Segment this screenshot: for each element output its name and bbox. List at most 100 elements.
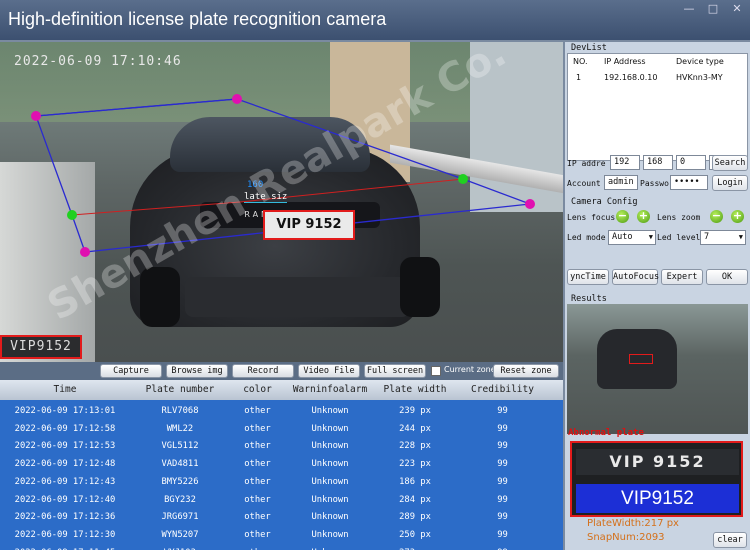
plate-width-marker: 160 bbox=[247, 180, 264, 190]
table-row[interactable]: 2022-06-09 17:11:45WYJ103otherUnknown273… bbox=[0, 544, 563, 550]
led-level-value: 7 bbox=[704, 232, 710, 242]
table-cell: 99 bbox=[497, 512, 508, 523]
camera-config-title: Camera Config bbox=[571, 197, 638, 207]
devlist-title: DevList bbox=[571, 43, 607, 53]
ip-octet-3[interactable]: 0 bbox=[676, 155, 706, 170]
record-button[interactable]: Record bbox=[232, 364, 294, 378]
led-mode-select[interactable]: Auto ▼ bbox=[608, 230, 656, 245]
table-cell: Unknown bbox=[311, 512, 349, 523]
plate-result: VIP 9152 VIP9152 bbox=[570, 441, 743, 517]
video-toolbar: Capture Browse img Record Video File Ful… bbox=[0, 362, 563, 380]
ip-octet-2[interactable]: 168 bbox=[643, 155, 673, 170]
column-header[interactable]: color bbox=[230, 384, 285, 395]
table-header: Time Plate number color Warninfoalarm Pl… bbox=[0, 380, 563, 400]
table-cell: BMY5226 bbox=[161, 476, 199, 487]
search-button[interactable]: Search bbox=[712, 155, 748, 171]
led-mode-label: Led mode bbox=[567, 233, 606, 242]
lens-zoom-minus-icon[interactable]: − bbox=[710, 210, 723, 223]
table-cell: other bbox=[244, 512, 271, 523]
full-screen-button[interactable]: Full screen bbox=[364, 364, 426, 378]
results-table: Time Plate number color Warninfoalarm Pl… bbox=[0, 380, 563, 550]
table-cell: Unknown bbox=[311, 476, 349, 487]
table-row[interactable]: 2022-06-09 17:12:43 BMY5226 other Unknown 18… bbox=[0, 473, 563, 491]
browse-img-button[interactable]: Browse img bbox=[166, 364, 228, 378]
video-timestamp: 2022-06-09 17:10:46 bbox=[14, 54, 182, 69]
column-header[interactable]: Time bbox=[0, 384, 130, 395]
table-cell: 99 bbox=[497, 476, 508, 487]
close-icon[interactable]: ✕ bbox=[730, 2, 744, 15]
clear-button[interactable]: clear bbox=[713, 532, 747, 548]
column-header[interactable]: Plate width bbox=[375, 384, 455, 395]
password-label: Passwo bbox=[640, 179, 669, 188]
table-cell: 99 bbox=[497, 459, 508, 470]
minimize-icon[interactable]: — bbox=[682, 2, 696, 15]
table-cell: Unknown bbox=[311, 441, 349, 452]
table-cell: RLV7068 bbox=[161, 406, 199, 416]
table-row[interactable]: 2022-06-09 17:12:58 WML22 other Unknown 244 … bbox=[0, 420, 563, 438]
device-type: HVKnn3-MY bbox=[676, 73, 723, 82]
zone-handle[interactable] bbox=[525, 199, 535, 209]
lens-zoom-plus-icon[interactable]: + bbox=[731, 210, 744, 223]
table-cell: 2022-06-09 17:13:01 bbox=[14, 406, 116, 416]
lens-focus-minus-icon[interactable]: − bbox=[616, 210, 629, 223]
video-view[interactable]: RANGE ROVER 2022-06-09 17:10:46 160 late… bbox=[0, 42, 563, 362]
current-zone-label: Current zone bbox=[444, 365, 496, 374]
plate-result-text: VIP9152 bbox=[576, 484, 739, 513]
plate-width-info: PlateWidth:217 px bbox=[587, 518, 679, 529]
lens-focus-plus-icon[interactable]: + bbox=[637, 210, 650, 223]
table-row[interactable]: 2022-06-09 17:12:30 WYN5207 other Unknown 25… bbox=[0, 526, 563, 544]
overlay-plate-text: VIP9152 bbox=[10, 339, 72, 354]
table-cell: 284 px bbox=[399, 494, 431, 505]
zone-handle[interactable] bbox=[31, 111, 41, 121]
login-button[interactable]: Login bbox=[712, 175, 748, 191]
led-mode-value: Auto bbox=[612, 232, 633, 242]
led-level-label: Led level bbox=[657, 233, 701, 242]
maximize-icon[interactable]: □ bbox=[706, 2, 720, 15]
reset-zone-button[interactable]: Reset zone bbox=[493, 364, 559, 378]
account-input[interactable]: admin bbox=[604, 175, 638, 190]
table-row[interactable]: 2022-06-09 17:12:48 VAD4811 other Unknown 22… bbox=[0, 455, 563, 473]
password-input[interactable]: ••••• bbox=[670, 175, 708, 190]
table-row[interactable]: 2022-06-09 17:12:53 VGL5112 other Unknown 22… bbox=[0, 437, 563, 455]
current-zone-checkbox[interactable] bbox=[431, 366, 441, 376]
dropdown-arrow-icon: ▼ bbox=[648, 233, 653, 241]
zone-handle[interactable] bbox=[80, 247, 90, 257]
sync-time-button[interactable]: yncTime bbox=[567, 269, 609, 285]
expert-button[interactable]: Expert bbox=[661, 269, 703, 285]
auto-focus-button[interactable]: AutoFocus bbox=[612, 269, 659, 285]
zone-handle-green[interactable] bbox=[67, 210, 77, 220]
detected-plate-box: VIP 9152 bbox=[263, 210, 355, 240]
ok-button[interactable]: OK bbox=[706, 269, 748, 285]
devlist-column-header: IP Address bbox=[604, 57, 646, 66]
table-cell: 2022-06-09 17:12:40 bbox=[14, 494, 116, 505]
table-cell: JRG6971 bbox=[161, 512, 199, 523]
video-file-button[interactable]: Video File bbox=[298, 364, 360, 378]
table-cell: 250 px bbox=[399, 529, 431, 540]
zone-handle[interactable] bbox=[232, 94, 242, 104]
ip-octet-1[interactable]: 192 bbox=[610, 155, 640, 170]
table-row[interactable]: 2022-06-09 17:12:40 BGY232 other Unknown 284… bbox=[0, 491, 563, 509]
table-cell: Unknown bbox=[311, 529, 349, 540]
column-header[interactable]: Warninfoalarm bbox=[285, 384, 375, 395]
table-cell: VGL5112 bbox=[161, 441, 199, 452]
table-cell: 228 px bbox=[399, 441, 431, 452]
table-cell: 99 bbox=[497, 494, 508, 505]
led-level-select[interactable]: 7 ▼ bbox=[700, 230, 746, 245]
window-title: High-definition license plate recognitio… bbox=[8, 9, 387, 29]
table-cell: 186 px bbox=[399, 476, 431, 487]
table-row[interactable]: 2022-06-09 17:12:36 JRG6971 other Unknown 28… bbox=[0, 508, 563, 526]
table-cell: 239 px bbox=[399, 406, 431, 416]
account-label: Account bbox=[567, 179, 601, 188]
table-cell: Unknown bbox=[311, 494, 349, 505]
snapshot-plate-box bbox=[629, 354, 653, 364]
lens-focus-label: Lens focus bbox=[567, 213, 616, 222]
table-cell: BGY232 bbox=[164, 494, 196, 505]
column-header[interactable]: Credibility bbox=[455, 384, 550, 395]
abnormal-plate-label: Abnormal plate bbox=[568, 428, 644, 438]
table-cell: 244 px bbox=[399, 423, 431, 434]
capture-button[interactable]: Capture bbox=[100, 364, 162, 378]
column-header[interactable]: Plate number bbox=[130, 384, 230, 395]
result-snapshot[interactable] bbox=[567, 304, 748, 434]
table-row[interactable]: 2022-06-09 17:13:01 RLV7068 other Unknown 23… bbox=[0, 402, 563, 420]
zone-handle-green[interactable] bbox=[458, 174, 468, 184]
